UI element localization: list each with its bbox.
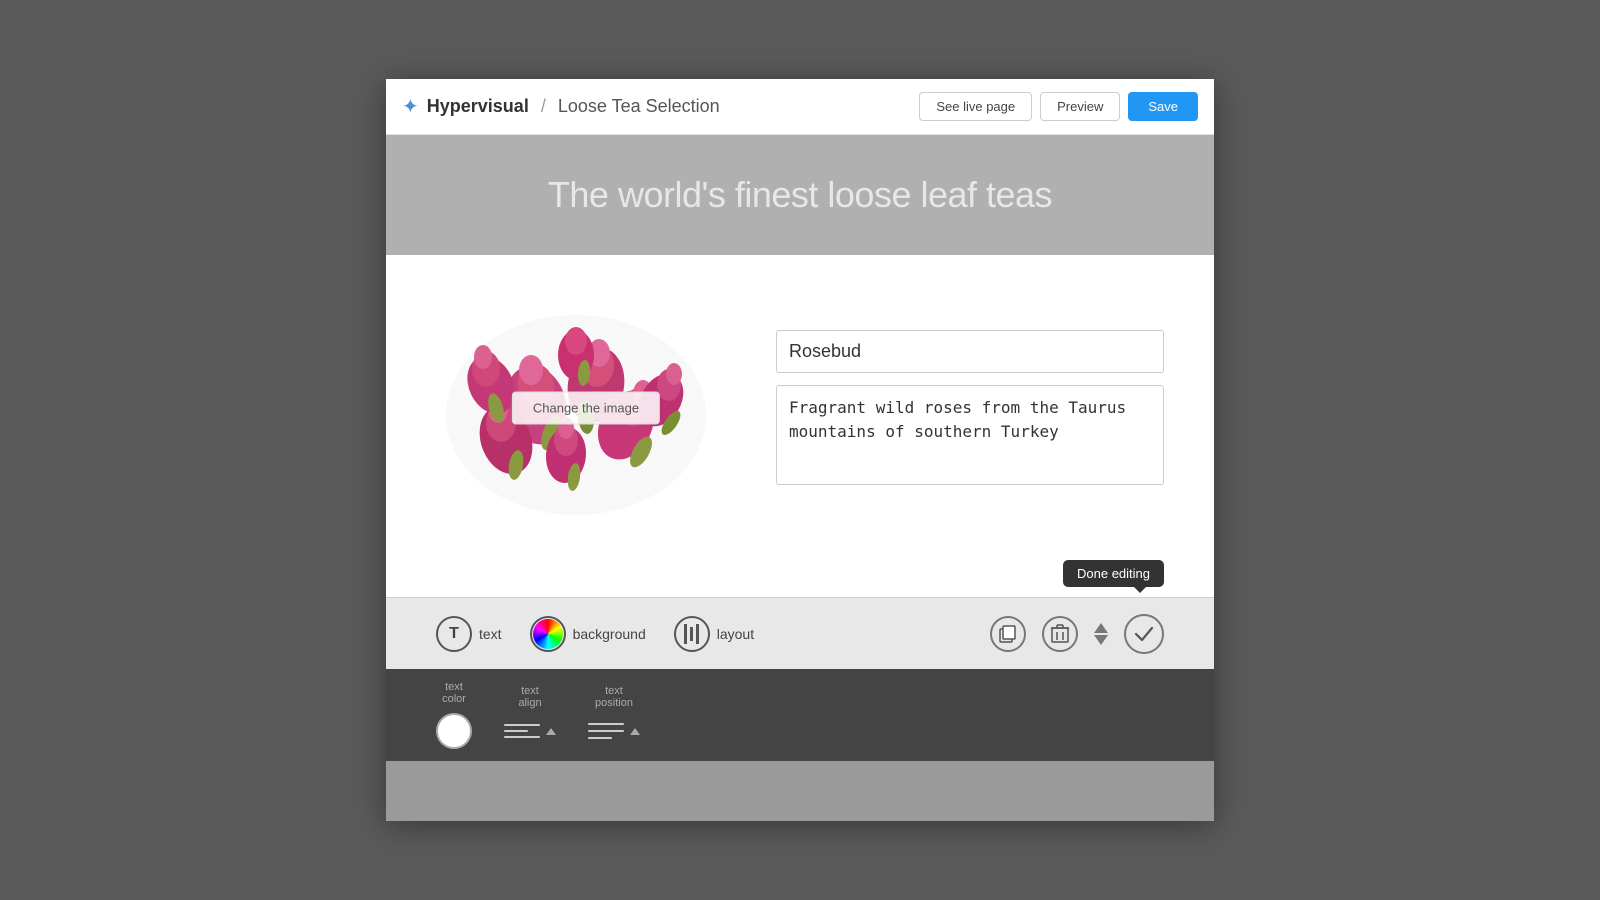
text-position-group: textposition bbox=[588, 685, 640, 745]
done-editing-area: Done editing bbox=[386, 560, 1214, 597]
page-name: Loose Tea Selection bbox=[558, 96, 720, 117]
layout-icon-inner bbox=[684, 624, 699, 644]
color-wheel bbox=[533, 619, 563, 649]
align-line-3 bbox=[504, 736, 540, 738]
text-position-label: textposition bbox=[588, 685, 640, 709]
layout-tool-label: layout bbox=[717, 626, 754, 642]
top-bar: ✦ Hypervisual / Loose Tea Selection See … bbox=[386, 79, 1214, 135]
pos-line-3 bbox=[588, 737, 612, 739]
separator: / bbox=[541, 96, 546, 117]
reorder-button[interactable] bbox=[1094, 623, 1108, 645]
align-icon[interactable] bbox=[504, 717, 540, 745]
toolbar-right bbox=[990, 614, 1164, 654]
layout-bar-1 bbox=[684, 624, 687, 644]
text-align-group: textalign bbox=[504, 685, 556, 745]
top-bar-left: ✦ Hypervisual / Loose Tea Selection bbox=[402, 94, 919, 119]
product-description-textarea[interactable]: Fragrant wild roses from the Taurus moun… bbox=[776, 385, 1164, 485]
arrow-down-icon bbox=[1094, 635, 1108, 645]
product-name-input[interactable] bbox=[776, 330, 1164, 373]
toolbar-item-text[interactable]: T text bbox=[436, 616, 502, 652]
form-fields: Fragrant wild roses from the Taurus moun… bbox=[776, 330, 1164, 485]
sub-toolbar: textcolor textalign textposition bbox=[386, 669, 1214, 761]
trash-icon bbox=[1051, 624, 1069, 644]
text-color-label: textcolor bbox=[436, 681, 472, 705]
top-bar-actions: See live page Preview Save bbox=[919, 92, 1198, 121]
background-tool-icon bbox=[530, 616, 566, 652]
text-align-up-arrow[interactable] bbox=[546, 728, 556, 735]
toolbar-left: T text background layout bbox=[436, 616, 990, 652]
editor-window: ✦ Hypervisual / Loose Tea Selection See … bbox=[386, 79, 1214, 821]
hero-section: The world's finest loose leaf teas bbox=[386, 135, 1214, 255]
change-image-button[interactable]: Change the image bbox=[512, 391, 660, 424]
position-icon[interactable] bbox=[588, 717, 624, 745]
duplicate-button[interactable] bbox=[990, 616, 1026, 652]
done-editing-tooltip[interactable]: Done editing bbox=[1063, 560, 1164, 587]
text-position-control bbox=[588, 717, 640, 745]
align-line-2 bbox=[504, 730, 528, 732]
toolbar-item-layout[interactable]: layout bbox=[674, 616, 754, 652]
layout-bar-3 bbox=[696, 624, 699, 644]
delete-button[interactable] bbox=[1042, 616, 1078, 652]
text-color-picker[interactable] bbox=[436, 713, 472, 749]
image-section: Change the image bbox=[436, 285, 736, 530]
text-color-group: textcolor bbox=[436, 681, 472, 749]
pos-line-1 bbox=[588, 723, 624, 725]
layout-tool-icon bbox=[674, 616, 710, 652]
done-button[interactable] bbox=[1124, 614, 1164, 654]
app-name: Hypervisual bbox=[427, 96, 529, 117]
content-area: Change the image Fragrant wild roses fro… bbox=[386, 255, 1214, 560]
checkmark-icon bbox=[1134, 626, 1154, 642]
text-tool-icon: T bbox=[436, 616, 472, 652]
bottom-area bbox=[386, 761, 1214, 821]
duplicate-icon bbox=[999, 625, 1017, 643]
text-align-label: textalign bbox=[504, 685, 556, 709]
save-button[interactable]: Save bbox=[1128, 92, 1198, 121]
text-tool-label: text bbox=[479, 626, 502, 642]
toolbar: T text background layout bbox=[386, 597, 1214, 669]
logo-icon: ✦ bbox=[402, 94, 419, 119]
arrow-up-icon bbox=[1094, 623, 1108, 633]
text-align-control bbox=[504, 717, 556, 745]
background-tool-label: background bbox=[573, 626, 646, 642]
layout-bar-2 bbox=[690, 627, 693, 641]
see-live-page-button[interactable]: See live page bbox=[919, 92, 1032, 121]
align-line-1 bbox=[504, 724, 540, 726]
toolbar-item-background[interactable]: background bbox=[530, 616, 646, 652]
preview-button[interactable]: Preview bbox=[1040, 92, 1120, 121]
hero-title: The world's finest loose leaf teas bbox=[548, 174, 1052, 216]
pos-line-2 bbox=[588, 730, 624, 732]
text-position-up-arrow[interactable] bbox=[630, 728, 640, 735]
text-color-control bbox=[436, 713, 472, 749]
